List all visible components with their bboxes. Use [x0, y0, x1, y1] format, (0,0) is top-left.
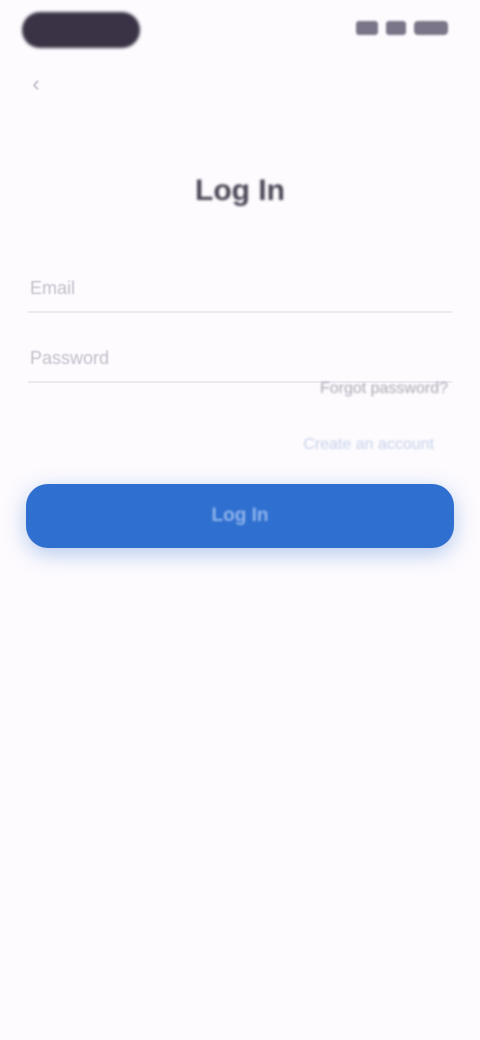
back-button[interactable]: ‹	[18, 66, 54, 102]
signal-icon	[356, 21, 378, 35]
login-button-label: Log In	[211, 505, 269, 526]
status-pill	[22, 12, 140, 48]
battery-icon	[414, 21, 448, 35]
status-icons	[356, 21, 448, 35]
password-field[interactable]	[28, 348, 452, 381]
status-bar	[0, 0, 480, 62]
password-field-container	[28, 348, 452, 383]
login-screen: ‹ Log In Forgot password? Create an acco…	[0, 0, 480, 1040]
login-button[interactable]: Log In	[26, 484, 454, 548]
wifi-icon	[386, 21, 406, 35]
email-field-container	[28, 278, 452, 313]
create-account-link[interactable]: Create an account	[303, 436, 434, 454]
page-title: Log In	[195, 174, 285, 207]
email-field[interactable]	[28, 278, 452, 311]
forgot-password-link[interactable]: Forgot password?	[320, 380, 448, 398]
back-arrow-icon: ‹	[32, 71, 40, 96]
